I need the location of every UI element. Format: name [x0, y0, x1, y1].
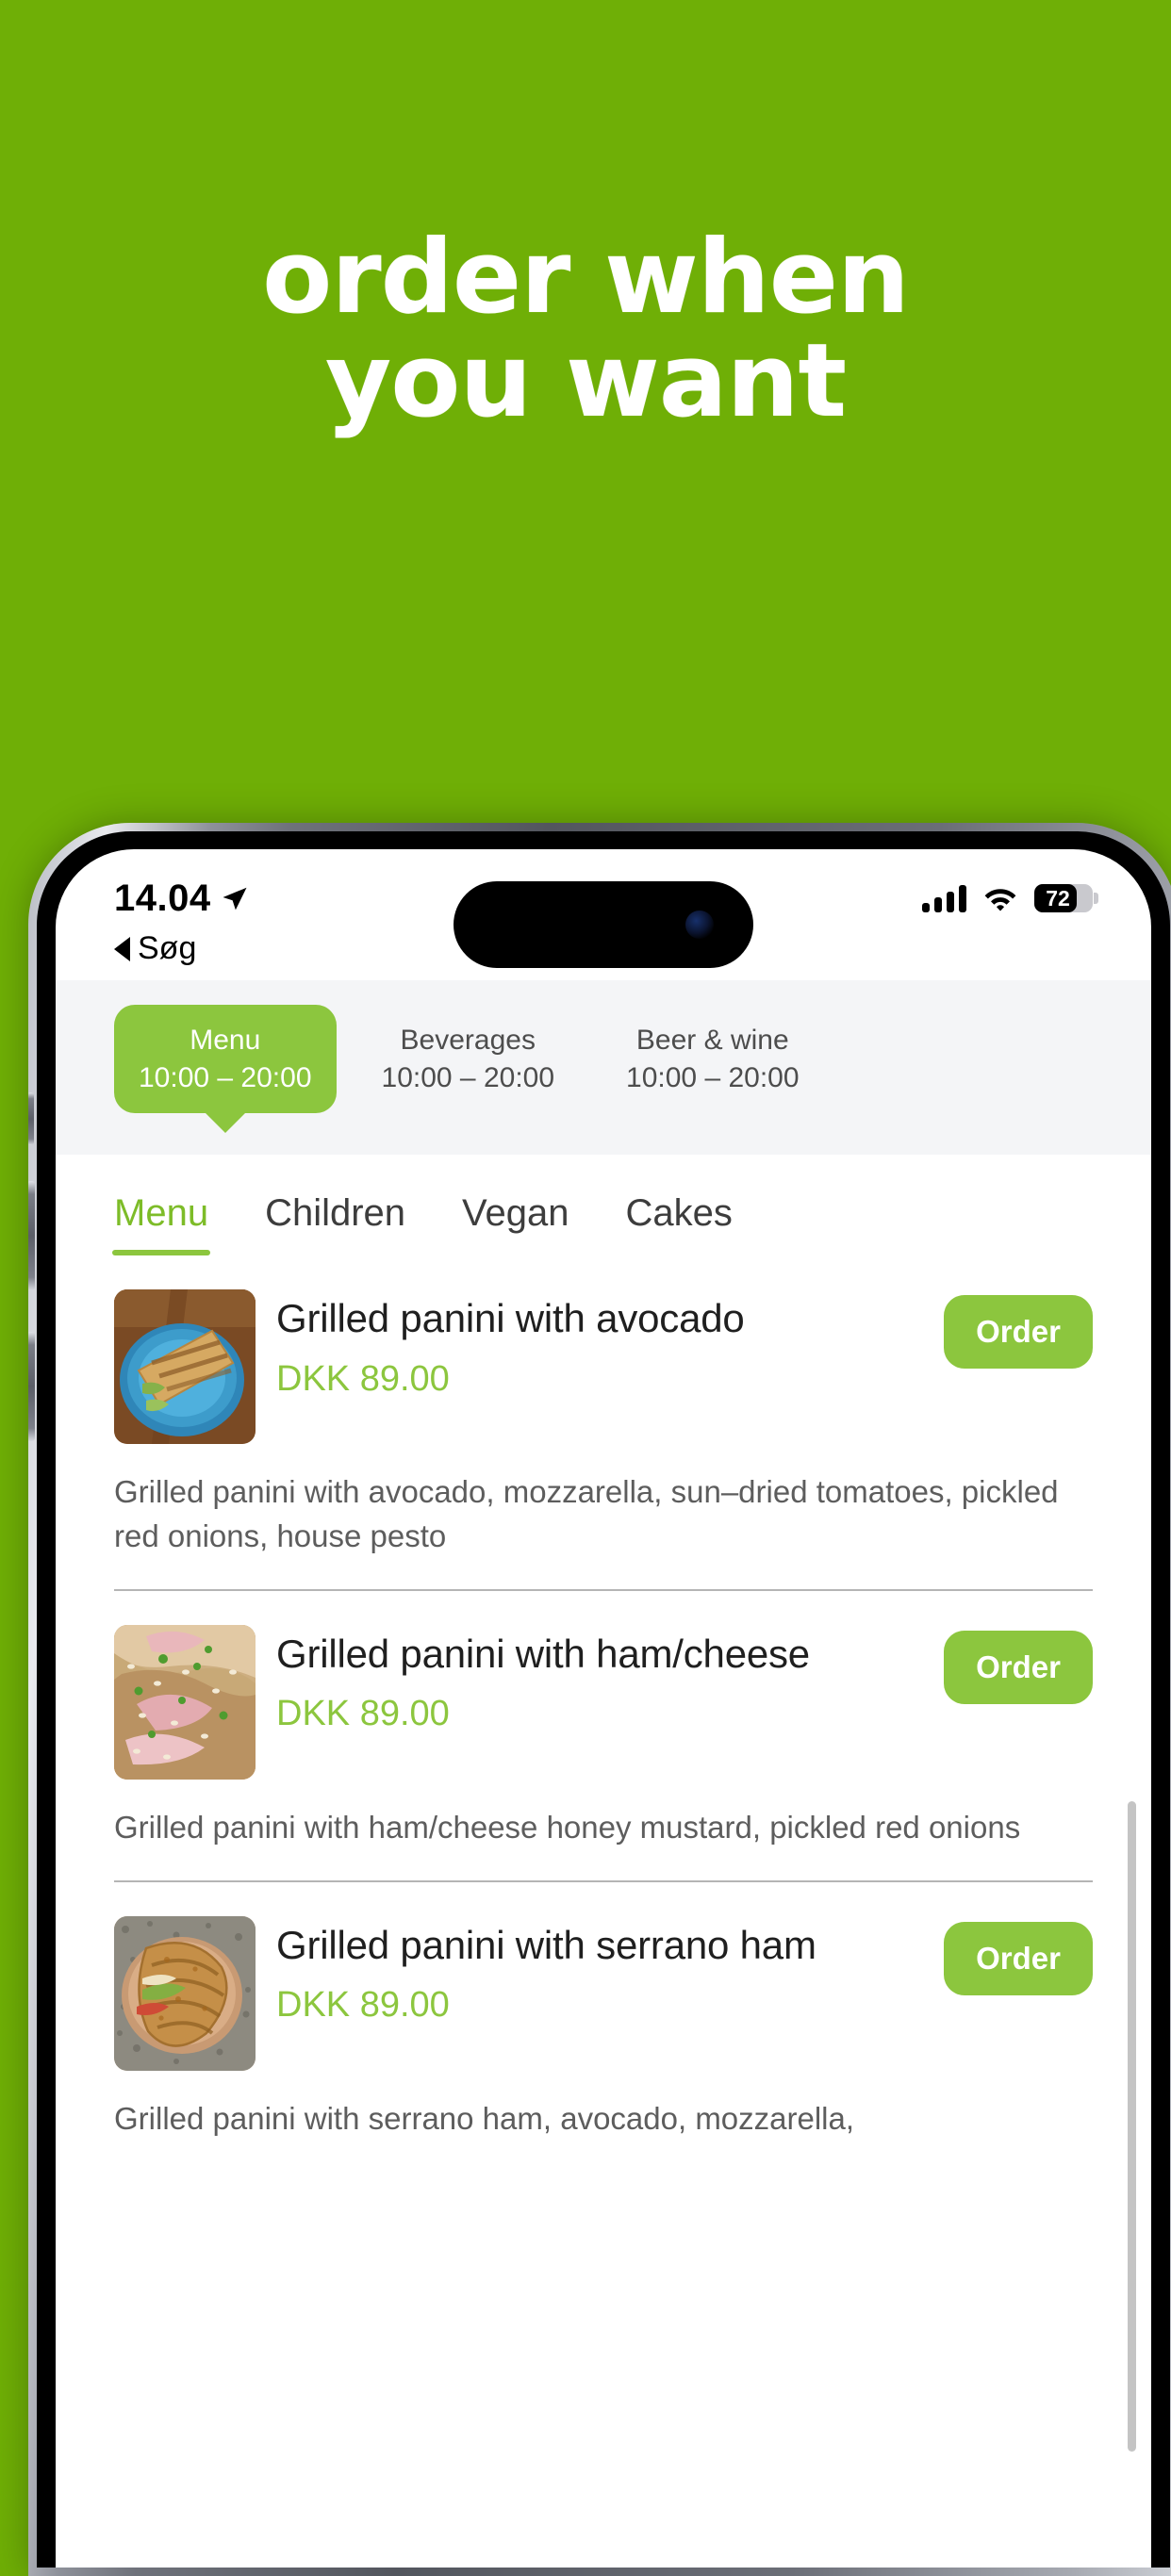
menu-item-thumbnail[interactable] — [114, 1289, 256, 1445]
menu-item-price: DKK 89.00 — [276, 1358, 450, 1399]
menu-item-thumbnail[interactable] — [114, 1915, 256, 2071]
status-bar-right: 72 — [922, 884, 1098, 912]
menu-item-price: DKK 89.00 — [276, 1694, 450, 1734]
schedule-pill-beverages[interactable]: Beverages 10:00 – 20:00 — [357, 1005, 580, 1113]
serrano-ham-panini-photo — [114, 1915, 256, 2071]
back-caret-icon — [114, 936, 130, 961]
menu-item-description: Grilled panini with ham/cheese honey mus… — [114, 1809, 1021, 1845]
schedule-pill-name: Beverages — [400, 1025, 536, 1056]
cellular-signal-icon — [922, 884, 966, 912]
category-tab-bar: Menu Children Vegan Cakes — [56, 1155, 1151, 1256]
schedule-pill-hours: 10:00 – 20:00 — [381, 1061, 555, 1093]
order-button[interactable]: Order — [944, 1295, 1093, 1370]
tab-vegan[interactable]: Vegan — [462, 1192, 569, 1255]
menu-item-list: Grilled panini with avocado DKK 89.00 Or… — [56, 1255, 1151, 2141]
menu-item[interactable]: Grilled panini with serrano ham DKK 89.0… — [114, 1882, 1093, 2141]
order-button[interactable]: Order — [944, 1630, 1093, 1704]
front-camera-icon — [685, 911, 714, 939]
phone-bezel: 14.04 72 Søg Menu 10:00 – 20:00 Beverage… — [28, 831, 1170, 2568]
status-bar-left: 14.04 — [114, 878, 249, 920]
schedule-pill-menu[interactable]: Menu 10:00 – 20:00 — [114, 1005, 337, 1114]
battery-percent-label: 72 — [1046, 885, 1070, 911]
menu-item-description: Grilled panini with serrano ham, avocado… — [114, 2100, 855, 2136]
promo-headline-line-2: you want — [324, 322, 847, 441]
phone-device-frame: 14.04 72 Søg Menu 10:00 – 20:00 Beverage… — [28, 823, 1171, 2576]
menu-item-description: Grilled panini with avocado, mozzarella,… — [114, 1474, 1059, 1554]
battery-icon: 72 — [1034, 884, 1098, 912]
schedule-pill-bar: Menu 10:00 – 20:00 Beverages 10:00 – 20:… — [56, 980, 1151, 1156]
menu-item-header: Grilled panini with avocado DKK 89.00 Or… — [114, 1289, 1093, 1445]
menu-item-header: Grilled panini with ham/cheese DKK 89.00… — [114, 1624, 1093, 1780]
status-bar-clock: 14.04 — [114, 877, 211, 919]
menu-item-header: Grilled panini with serrano ham DKK 89.0… — [114, 1915, 1093, 2071]
tab-children[interactable]: Children — [265, 1192, 405, 1255]
menu-item-title: Grilled panini with avocado — [276, 1296, 745, 1341]
promo-headline-line-1: order when — [262, 219, 910, 336]
tab-menu[interactable]: Menu — [111, 1192, 211, 1256]
tab-cakes[interactable]: Cakes — [626, 1192, 733, 1255]
menu-item-thumbnail[interactable] — [114, 1624, 256, 1780]
vertical-scrollbar[interactable] — [1128, 1801, 1136, 2452]
menu-item-title: Grilled panini with ham/cheese — [276, 1631, 810, 1676]
phone-screen: 14.04 72 Søg Menu 10:00 – 20:00 Beverage… — [56, 849, 1151, 2568]
schedule-pill-name: Beer & wine — [635, 1025, 789, 1056]
dynamic-island — [454, 881, 753, 968]
ham-cheese-sandwich-photo — [114, 1624, 256, 1780]
menu-item-title: Grilled panini with serrano ham — [276, 1922, 816, 1967]
order-button[interactable]: Order — [944, 1921, 1093, 1995]
menu-item[interactable]: Grilled panini with avocado DKK 89.00 Or… — [114, 1255, 1093, 1591]
menu-item[interactable]: Grilled panini with ham/cheese DKK 89.00… — [114, 1591, 1093, 1882]
menu-item-text: Grilled panini with avocado DKK 89.00 — [276, 1289, 923, 1400]
menu-item-price: DKK 89.00 — [276, 1985, 450, 2026]
back-nav-label: Søg — [138, 930, 197, 966]
menu-item-text: Grilled panini with serrano ham DKK 89.0… — [276, 1916, 923, 2026]
schedule-pill-name: Menu — [190, 1025, 261, 1056]
wifi-icon — [984, 889, 1016, 911]
schedule-pill-beer-wine[interactable]: Beer & wine 10:00 – 20:00 — [602, 1005, 824, 1113]
schedule-pill-hours: 10:00 – 20:00 — [139, 1061, 312, 1093]
menu-item-text: Grilled panini with ham/cheese DKK 89.00 — [276, 1625, 923, 1735]
location-arrow-icon — [223, 887, 247, 911]
promo-headline: order when you want — [0, 0, 1171, 811]
grilled-panini-on-blue-plate-photo — [114, 1289, 256, 1445]
schedule-pill-hours: 10:00 – 20:00 — [626, 1061, 800, 1093]
